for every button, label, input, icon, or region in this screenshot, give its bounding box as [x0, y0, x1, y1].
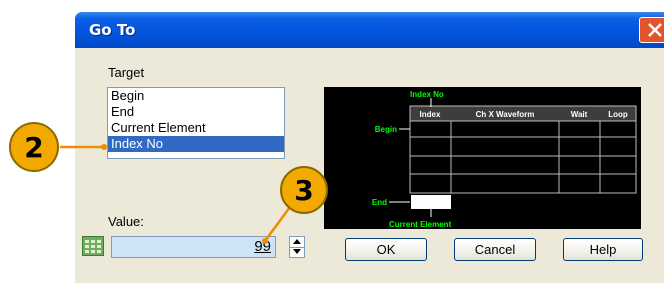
callout-2-dot	[101, 144, 107, 150]
callout-3-line	[263, 206, 292, 242]
callout-2-number: 2	[24, 131, 43, 164]
callout-3-dot	[262, 238, 268, 244]
callout-overlay: 2 3	[9, 122, 328, 244]
callout-3-number: 3	[294, 174, 313, 207]
